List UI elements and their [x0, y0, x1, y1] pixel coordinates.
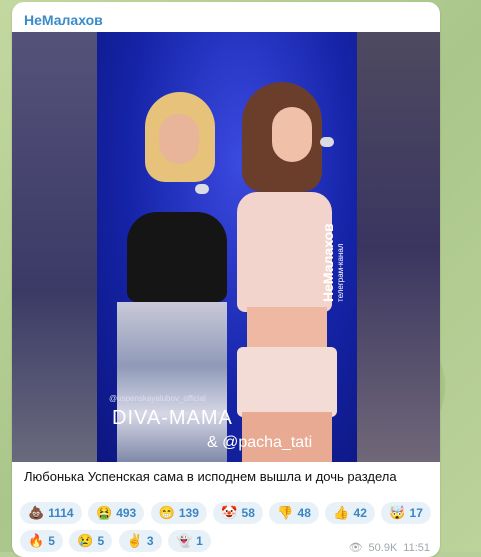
clown-emoji-icon: 🤡 [221, 505, 238, 520]
thumbs-down-emoji-icon: 👎 [277, 505, 294, 520]
ghost-emoji-icon: 👻 [175, 533, 193, 548]
reaction-clown[interactable]: 🤡 58 [213, 502, 263, 524]
reaction-count: 17 [409, 506, 423, 520]
reaction-count: 42 [353, 506, 367, 520]
reaction-ghost[interactable]: 👻 1 [167, 530, 211, 552]
poop-emoji-icon: 💩 [28, 505, 45, 520]
reaction-count: 1114 [48, 506, 74, 520]
video-watermark: НеМалахов телеграм-канал [320, 223, 345, 302]
grin-emoji-icon: 😁 [158, 505, 175, 520]
channel-name[interactable]: НеМалахов [24, 12, 103, 28]
video-credit-title: DIVA-MAMA [112, 407, 233, 429]
reaction-peace-hand[interactable]: ✌ 3 [118, 530, 162, 552]
thumbs-up-emoji-icon: 👍 [333, 505, 350, 520]
reaction-thumbs-up[interactable]: 👍 42 [325, 502, 375, 524]
reaction-vomit[interactable]: 🤮 493 [88, 502, 145, 524]
video-credit-tag: & @pacha_tati [207, 434, 313, 451]
reaction-count: 5 [97, 534, 105, 548]
fire-emoji-icon: 🔥 [28, 533, 45, 548]
reaction-exploding-head[interactable]: 🤯 17 [381, 502, 431, 524]
peace-hand-emoji-icon: ✌ [126, 533, 143, 548]
reaction-count: 5 [48, 534, 55, 548]
video-blur-left [12, 32, 97, 462]
video-credit-account: @uspenskayalubov_official [109, 394, 206, 403]
reaction-count: 48 [297, 506, 311, 520]
reaction-count: 58 [241, 506, 255, 520]
message-meta: 👁 50.9K 11:51 [348, 541, 430, 555]
eye-icon: 👁 [348, 542, 363, 554]
reaction-thumbs-down[interactable]: 👎 48 [269, 502, 319, 524]
exploding-head-emoji-icon: 🤯 [389, 505, 406, 520]
sad-emoji-icon: 😢 [77, 533, 94, 548]
video-blur-right [357, 32, 440, 462]
reaction-count: 139 [178, 506, 199, 520]
reaction-count: 493 [116, 506, 137, 520]
message-caption: Любонька Успенская сама в исподнем вышла… [24, 469, 397, 484]
reaction-fire[interactable]: 🔥 5 [20, 530, 63, 552]
reaction-poop[interactable]: 💩 1114 [20, 502, 82, 524]
video-player[interactable]: НеМалахов телеграм-канал @uspenskayalubo… [12, 32, 440, 462]
reaction-grin[interactable]: 😁 139 [150, 502, 207, 524]
reaction-sad[interactable]: 😢 5 [69, 530, 113, 552]
reaction-count: 1 [196, 534, 203, 548]
reaction-count: 3 [146, 534, 154, 548]
vomit-emoji-icon: 🤮 [96, 505, 113, 520]
message-bubble[interactable]: НеМалахов НеМалахов телеграм-канал @uspe… [12, 2, 440, 557]
